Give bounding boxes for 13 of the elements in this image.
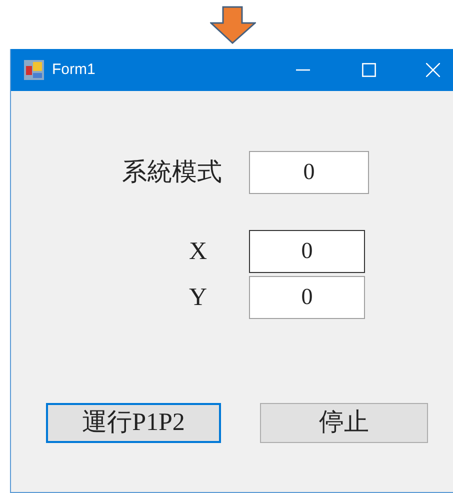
window-title: Form1 [52, 60, 96, 80]
value-field[interactable]: 0 [249, 230, 365, 273]
value-field[interactable]: 0 [249, 276, 365, 319]
down-arrow-icon [210, 6, 256, 44]
close-icon[interactable] [426, 63, 440, 77]
app-icon [24, 60, 44, 80]
field-label: 系統模式 [122, 158, 222, 186]
field-label: X [188, 238, 207, 265]
maximize-icon[interactable] [362, 63, 376, 77]
form-button[interactable]: 運行P1P2 [46, 403, 221, 443]
field-label: Y [188, 284, 207, 311]
value-field[interactable]: 0 [249, 151, 369, 194]
form-button[interactable]: 停止 [260, 403, 428, 443]
